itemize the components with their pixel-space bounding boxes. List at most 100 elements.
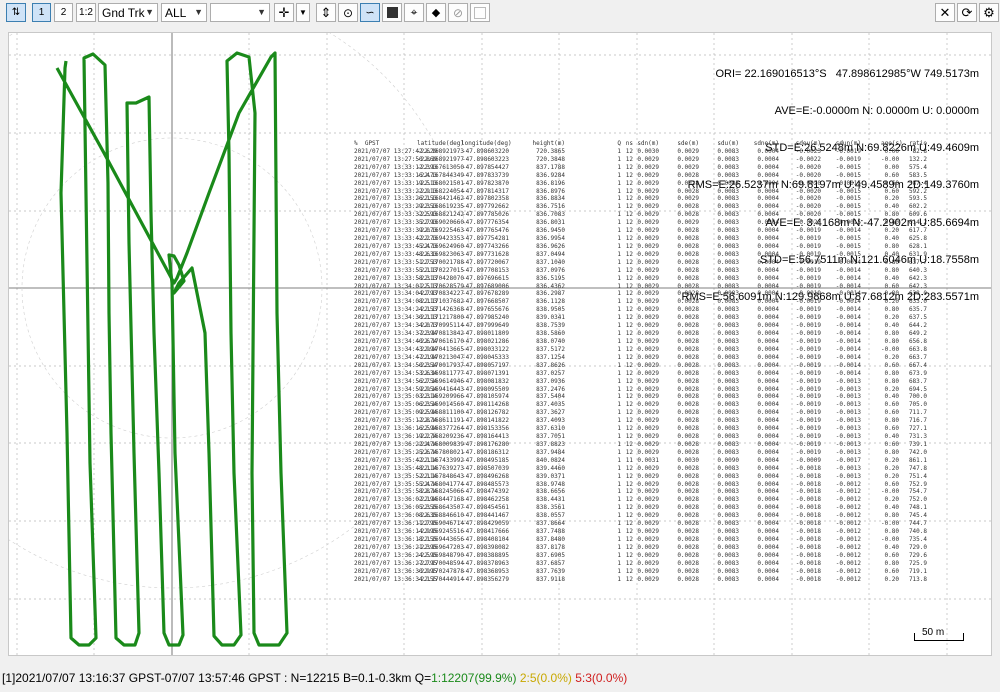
table-cell: 0.0004 [757,567,779,575]
solution-2-button[interactable]: 2 [54,3,73,22]
table-cell: -47.898153356 [462,425,509,433]
table-cell: % GPST [354,140,380,147]
ground-track-plot[interactable]: ORI= 22.169016513°S 47.898612985°W 749.5… [8,32,992,656]
table-cell: -22.168421462 [417,195,464,203]
fix-center-icon[interactable]: ◆ [426,3,446,22]
table-cell: -0.0012 [835,575,861,583]
table-cell: -47.898021286 [462,338,509,345]
table-cell: 663.7 [908,353,927,361]
table-cell: -22.168009839 [417,440,464,448]
table-cell: 0.0028 [677,543,699,551]
table-cell: 752.0 [908,496,927,504]
source-toggle-button[interactable]: ⇅ [6,3,26,22]
table-cell: -0.0013 [835,464,861,472]
chevron-down-small-icon[interactable]: ▼ [296,3,310,22]
table-cell: 0.0028 [677,433,699,441]
table-cell: -47.898126782 [462,409,509,417]
table-cell: 0.0028 [677,338,699,345]
table-cell: 0.20 [884,385,899,393]
quality-filter-select[interactable]: ▼ [210,3,270,22]
table-cell: 0.0004 [757,266,779,274]
disabled-icon[interactable] [470,3,490,22]
table-cell: 0.0083 [717,528,739,536]
table-cell: -47.897678289 [462,290,509,298]
crosshair-icon[interactable]: ✛ [274,3,294,22]
table-cell: 0.0083 [717,203,739,211]
table-cell: 0.00 [884,147,899,155]
table-cell: 0.0004 [757,528,779,536]
table-cell: -0.0012 [835,559,861,567]
table-cell: 0.0004 [757,322,779,330]
table-cell: 0.0030 [677,456,699,464]
plot-type-select[interactable]: Gnd Trk ▼ [98,3,158,22]
satellite-filter-select[interactable]: ALL ▼ [161,3,207,22]
table-cell: 0.80 [884,512,899,520]
table-cell: 0.0004 [757,242,779,250]
table-cell: 837.2476 [536,385,565,393]
table-cell: 12 [625,464,633,472]
table-cell: -0.0009 [795,456,821,464]
table-cell: -0.0015 [835,211,861,219]
table-cell: -0.0015 [835,179,861,187]
table-cell: 0.0083 [717,575,739,583]
connect-icon[interactable]: ⊘ [448,3,468,22]
table-cell: -22.168021501 [417,179,464,187]
table-cell: -0.0014 [835,369,861,377]
table-cell: 0.0029 [637,361,659,369]
solution-1-button[interactable]: 1 [32,3,51,22]
table-cell: 0.0028 [677,536,699,543]
table-cell: 12 [625,385,633,393]
table-cell: 0.0083 [717,330,739,338]
table-cell: 0.0083 [717,266,739,274]
table-cell: -0.0019 [795,440,821,448]
table-cell: 0.0004 [757,512,779,520]
table-cell: 0.0083 [717,472,739,480]
table-cell: 0.40 [884,274,899,282]
table-cell: 0.0083 [717,480,739,488]
table-cell: -22.167848643 [417,472,464,480]
table-cell: 0.0083 [717,338,739,345]
show-points-icon[interactable]: ⌖ [404,3,424,22]
table-cell: 0.0004 [757,401,779,409]
table-cell: 0.0028 [677,242,699,250]
table-cell: 0.0029 [637,377,659,385]
table-cell: -47.898398082 [462,543,509,551]
table-cell: 0.0004 [757,480,779,488]
solution-1-2-button[interactable]: 1:2 [76,3,96,22]
table-cell: -0.0018 [795,504,821,512]
table-cell: 0.20 [884,353,899,361]
table-cell: 861.1 [908,456,927,464]
table-cell: 0.0029 [677,219,699,227]
table-cell: 642.3 [908,282,927,290]
table-cell: 0.0028 [677,567,699,575]
chevron-down-icon: ▼ [194,7,203,17]
close-icon[interactable]: ✕ [935,3,955,22]
show-track-icon[interactable]: ∽ [360,3,380,22]
table-cell: -47.898164413 [462,433,509,441]
table-cell: -0.0014 [835,306,861,314]
show-map-icon[interactable] [382,3,402,22]
table-cell: 628.1 [908,242,927,250]
table-cell: 0.0029 [637,520,659,528]
table-cell: 0.60 [884,219,899,227]
table-cell: -0.0015 [835,195,861,203]
table-cell: latitude(deg) [417,140,464,147]
table-cell: -0.0018 [795,543,821,551]
gear-icon[interactable]: ⚙ [979,3,999,22]
table-cell: -47.898378963 [462,559,509,567]
table-cell: 713.8 [908,575,927,583]
fit-vertical-icon[interactable]: ⇕ [316,3,336,22]
table-cell: -0.00 [881,536,900,543]
table-cell: 739.1 [908,440,927,448]
table-cell: ns [625,140,633,147]
table-cell: -0.0013 [835,377,861,385]
table-cell: 837.7639 [536,567,565,575]
table-cell: 0.0028 [677,330,699,338]
table-cell: 0.0028 [677,504,699,512]
refresh-icon[interactable]: ⟳ [957,3,977,22]
table-cell: 0.0029 [637,536,659,543]
table-cell: -47.898462258 [462,496,509,504]
center-origin-icon[interactable]: ⊙ [338,3,358,22]
table-cell: -0.0018 [795,488,821,496]
table-cell: 0.0083 [717,543,739,551]
